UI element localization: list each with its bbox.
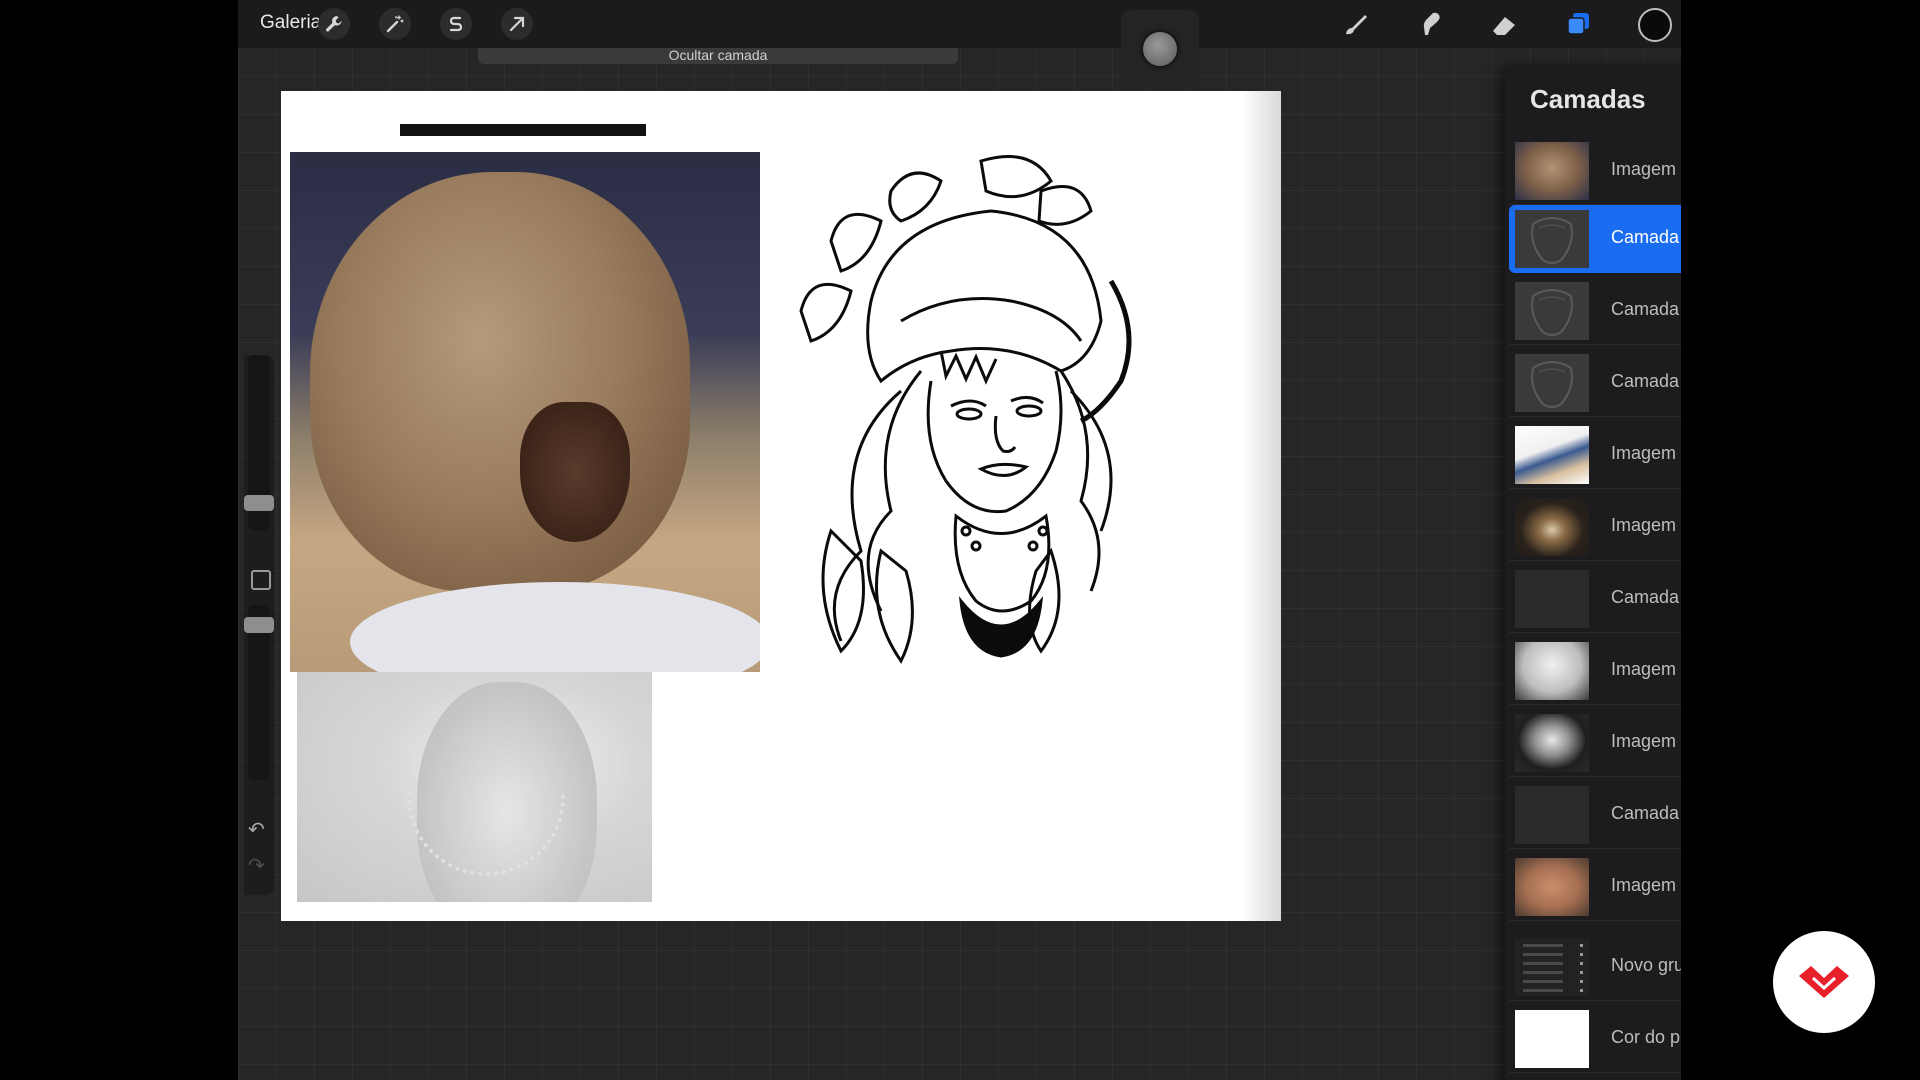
layer-row[interactable]: Cor do plano de fundo: [1509, 1005, 1681, 1073]
layer-row[interactable]: Imagem InseridaN: [1509, 493, 1681, 561]
layer-row[interactable]: Camada 19N: [1509, 277, 1681, 345]
line-art-drawing: [799, 155, 1132, 664]
layer-thumbnail[interactable]: [1515, 354, 1589, 412]
layer-thumbnail[interactable]: [1515, 426, 1589, 484]
redo-icon[interactable]: ↷: [248, 853, 265, 878]
sculpture-reference-image: [297, 672, 652, 902]
sculpture-base-shape: [350, 582, 760, 672]
group-preview-dot: [1580, 971, 1583, 974]
hide-layer-toast: Ocultar camada: [478, 48, 958, 64]
group-preview-line: [1523, 989, 1563, 992]
opacity-thumb[interactable]: [244, 617, 274, 633]
layer-row[interactable]: Camada 9N: [1509, 565, 1681, 633]
layer-row[interactable]: Imagem InseridaN: [1509, 137, 1681, 205]
color-picker-swatch[interactable]: [1638, 8, 1672, 42]
left-sidebar: ↶ ↷: [244, 355, 274, 895]
layer-thumbnail[interactable]: [1515, 498, 1589, 556]
group-preview-line: [1523, 980, 1563, 983]
layer-row[interactable]: Camada 17N: [1509, 349, 1681, 417]
group-preview-line: [1523, 944, 1563, 947]
layer-name: Camada 17: [1611, 371, 1681, 391]
layer-thumbnail[interactable]: [1515, 142, 1589, 200]
gallery-button[interactable]: Galeria: [260, 12, 321, 34]
drawing-canvas[interactable]: [281, 91, 1281, 921]
group-preview-dot: [1580, 962, 1583, 965]
layer-row[interactable]: Imagem InseridaN: [1509, 853, 1681, 921]
top-toolbar: Galeria: [238, 0, 1681, 48]
group-preview-line: [1523, 953, 1563, 956]
selection-s-icon[interactable]: [440, 8, 472, 40]
layer-name: Imagem Inserida: [1611, 159, 1681, 179]
layer-thumbnail[interactable]: [1515, 1010, 1589, 1068]
wrench-icon[interactable]: [318, 8, 350, 40]
group-preview-line: [1523, 962, 1563, 965]
gorilla-head-shape: [310, 172, 690, 592]
layer-thumbnail[interactable]: [1515, 570, 1589, 628]
group-preview-line: [1523, 971, 1563, 974]
quick-menu-dot-icon: [1143, 32, 1177, 66]
layer-name: Camada 9: [1611, 587, 1681, 607]
layer-name: Imagem Inserida: [1611, 875, 1681, 895]
layers-panel-title: Camadas: [1530, 84, 1646, 114]
layer-row[interactable]: Novo grupo›: [1509, 933, 1681, 1001]
group-preview-dot: [1580, 944, 1583, 947]
magic-wand-icon[interactable]: [379, 8, 411, 40]
layer-row[interactable]: Imagem InseridaN: [1509, 421, 1681, 489]
brand-logo-badge: [1773, 931, 1875, 1033]
reference-strip-image: [400, 124, 646, 136]
gorilla-reference-image: [290, 152, 760, 672]
layers-panel: Camadas + Imagem InseridaNCamada 19NCama…: [1505, 66, 1681, 1080]
layer-thumbnail[interactable]: [1515, 642, 1589, 700]
layer-thumbnail[interactable]: [1515, 938, 1589, 996]
procreate-screen: Galeria Ocultar camada ↶ ↷ Camadas Image…: [238, 0, 1681, 1080]
smudge-icon[interactable]: [1412, 6, 1448, 42]
brush-size-slider[interactable]: [244, 355, 274, 530]
layer-thumbnail[interactable]: [1515, 282, 1589, 340]
layers-icon[interactable]: [1560, 6, 1596, 42]
layer-name: Imagem Inserida: [1611, 515, 1681, 535]
layer-name: Camada 19: [1611, 299, 1681, 319]
modify-button[interactable]: [251, 570, 271, 590]
gorilla-mouth-shape: [520, 402, 630, 542]
quick-menu-button[interactable]: [1121, 10, 1199, 88]
layer-row[interactable]: Camada 16N: [1509, 781, 1681, 849]
layer-row[interactable]: Camada 19N: [1509, 205, 1681, 273]
layer-name: Camada 19: [1611, 227, 1681, 247]
layer-thumbnail[interactable]: [1515, 210, 1589, 268]
layer-name: Cor do plano de fundo: [1611, 1027, 1681, 1047]
brush-icon[interactable]: [1338, 6, 1374, 42]
layer-thumbnail[interactable]: [1515, 714, 1589, 772]
group-preview-dot: [1580, 953, 1583, 956]
brand-logo-icon: [1799, 966, 1849, 998]
layer-thumbnail[interactable]: [1515, 858, 1589, 916]
layer-name: Imagem Inserida: [1611, 443, 1681, 463]
arrow-icon[interactable]: [501, 8, 533, 40]
layer-name: Imagem Inserida: [1611, 731, 1681, 751]
layer-row[interactable]: Imagem InseridaN: [1509, 637, 1681, 705]
layer-name: Novo grupo: [1611, 955, 1681, 975]
layer-name: Camada 16: [1611, 803, 1681, 823]
layer-name: Imagem Inserida: [1611, 659, 1681, 679]
opacity-slider[interactable]: [244, 605, 274, 780]
layer-thumbnail[interactable]: [1515, 786, 1589, 844]
canvas-edge-shadow: [1241, 91, 1281, 921]
layer-row[interactable]: Imagem InseridaN: [1509, 709, 1681, 777]
group-preview-dot: [1580, 989, 1583, 992]
undo-icon[interactable]: ↶: [248, 817, 265, 842]
eraser-icon[interactable]: [1486, 6, 1522, 42]
brush-size-thumb[interactable]: [244, 495, 274, 511]
group-preview-dot: [1580, 980, 1583, 983]
